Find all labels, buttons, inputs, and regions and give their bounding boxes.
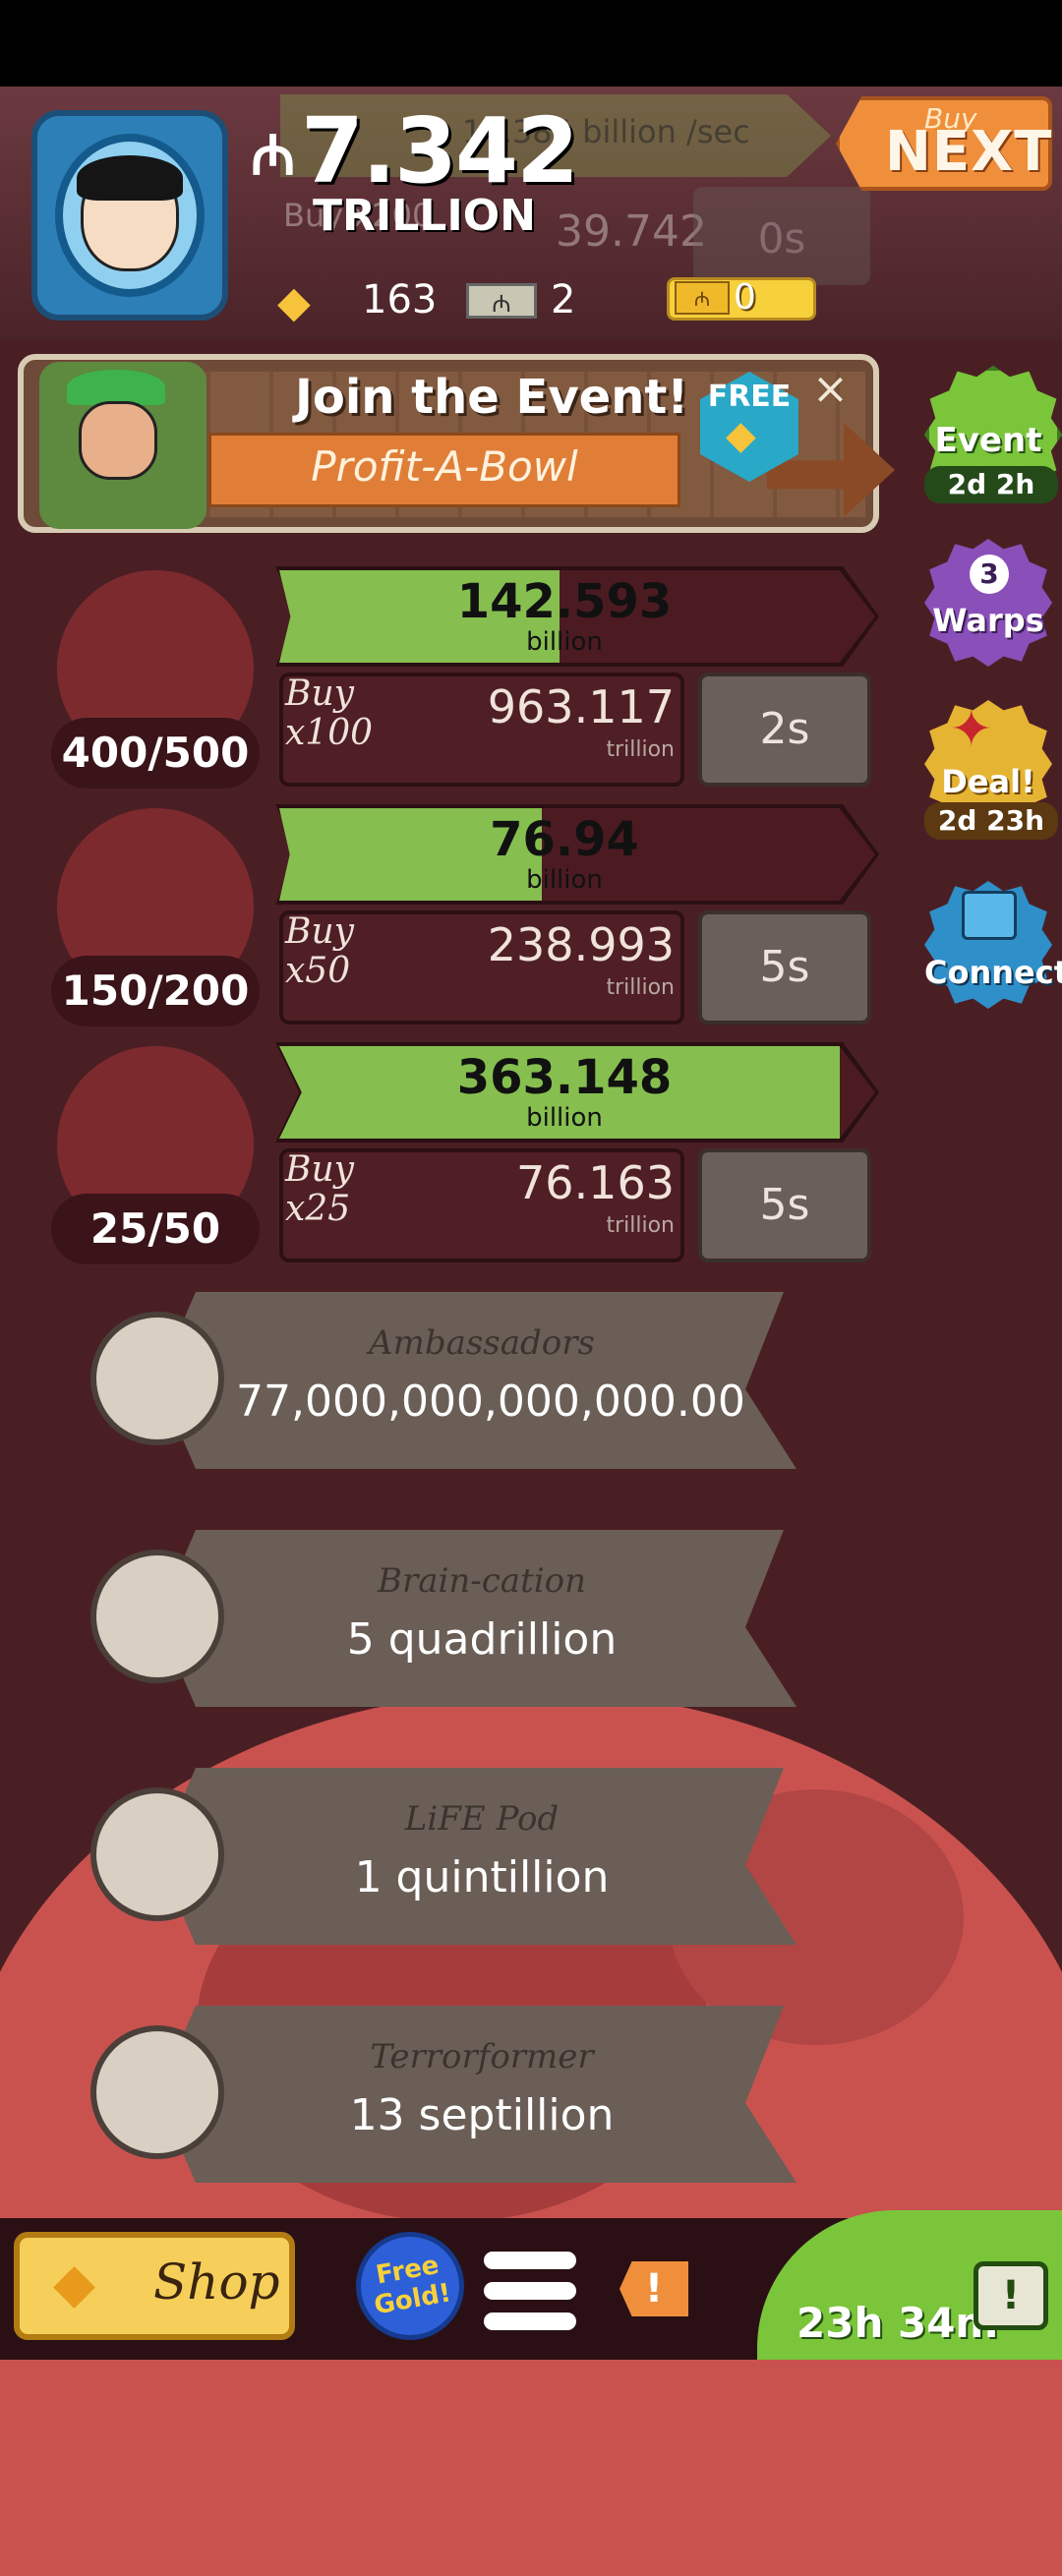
megabucks-count: 2 [551,277,576,322]
manager-title: Terrorformer [370,2037,594,2077]
buy-price: 76.163 [516,1156,675,1209]
business-revenue: 363.148 [456,1050,673,1105]
business-count: 25/50 [51,1194,260,1264]
manager-value: 5 quadrillion [346,1614,618,1665]
business-row: 25/50 363.148 billion Buy x25 76.163 tri… [0,1042,885,1282]
currency-symbol: ₼ [251,124,296,188]
ticket-icon: ₼ [675,281,730,315]
buy-price: 238.993 [487,918,675,971]
business-revenue: 76.94 [490,812,639,867]
ambassador-icon [90,1312,224,1445]
gift-icon: ✦ [950,700,993,759]
buy-price-unit: trillion [606,1213,675,1238]
business-timer: 2s [698,673,871,787]
event-character-icon [39,362,206,529]
business-row: 400/500 142.593 billion Buy x100 963.117… [0,566,885,806]
megabucks-icon: ₼ [466,283,537,319]
manager-value: 1 quintillion [354,1852,610,1903]
manager-card[interactable]: Ambassadors 77,000,000,000,000.00 [0,1278,806,1475]
ad-boost-timer-text: 23h 34m [796,2299,999,2347]
close-button[interactable]: × [812,364,849,414]
gold-bar-icon: ◆ [726,413,756,458]
business-count: 400/500 [51,718,260,789]
event-button-label: Event [934,421,1042,460]
cap-icon [67,370,165,405]
money-unit: TRILLION [313,191,536,241]
buy-price: 963.117 [487,680,675,733]
spider-robot-icon [90,2025,224,2159]
manager-value: 13 septillion [349,2090,615,2140]
event-title: Join the Event! [295,370,689,425]
manager-title: Ambassadors [369,1323,595,1363]
gold-bar-icon: ◆ [277,277,311,327]
business-count: 150/200 [51,956,260,1026]
manager-title: LiFE Pod [404,1799,560,1839]
manager-card[interactable]: Brain-cation 5 quadrillion [0,1516,806,1713]
buy-label: Buy x100 [285,673,374,753]
warps-count: 3 [970,555,1009,594]
buy-price-unit: trillion [606,975,675,1000]
ghost-timer: 0s [693,187,870,285]
brain-icon [90,1550,224,1683]
event-subtitle: Profit-A-Bowl [311,442,578,491]
manager-card[interactable]: LiFE Pod 1 quintillion [0,1754,806,1951]
ticket-count: 0 [734,277,756,318]
buy-label: Buy x50 [285,911,354,991]
business-revenue-unit: billion [526,865,603,895]
business-revenue-unit: billion [526,1103,603,1133]
business-revenue-unit: billion [526,627,603,657]
event-timer: 2d 2h [947,468,1035,500]
buy-label: Buy x25 [285,1149,354,1229]
face-icon [79,401,157,480]
business-row: 150/200 76.94 billion Buy x50 238.993 tr… [0,804,885,1044]
free-badge-label: FREE [707,380,792,414]
money-value: 7.342 [301,98,579,204]
ghost-timer-label: 0s [757,214,806,263]
manager-card[interactable]: Terrorformer 13 septillion [0,1992,806,2189]
buy-price-unit: trillion [606,737,675,762]
ghost-price: 39.742 [556,206,707,257]
deal-button-label: Deal! [941,763,1035,800]
alert-icon[interactable]: ! [620,2261,688,2316]
shop-label: Shop [153,2254,280,2311]
gold-count: 163 [362,277,438,322]
hamburger-menu-icon[interactable] [484,2252,576,2330]
manager-title: Brain-cation [378,1561,586,1601]
status-bar [0,0,1062,87]
hair-icon [77,155,183,201]
life-pod-icon [90,1787,224,1921]
manager-value: 77,000,000,000,000.00 [236,1376,745,1427]
buy-next-label: NEXT [885,120,1053,184]
deal-timer: 2d 23h [937,804,1045,837]
business-timer: 5s [698,1148,871,1262]
connect-button-label: Connect [924,954,1062,991]
tv-icon: ! [974,2261,1048,2330]
gold-bar-icon: ◆ [53,2252,96,2315]
business-timer: 5s [698,910,871,1025]
cards-icon [962,891,1017,940]
avatar[interactable] [31,110,228,321]
warps-button-label: Warps [932,602,1044,639]
business-revenue: 142.593 [456,574,673,629]
